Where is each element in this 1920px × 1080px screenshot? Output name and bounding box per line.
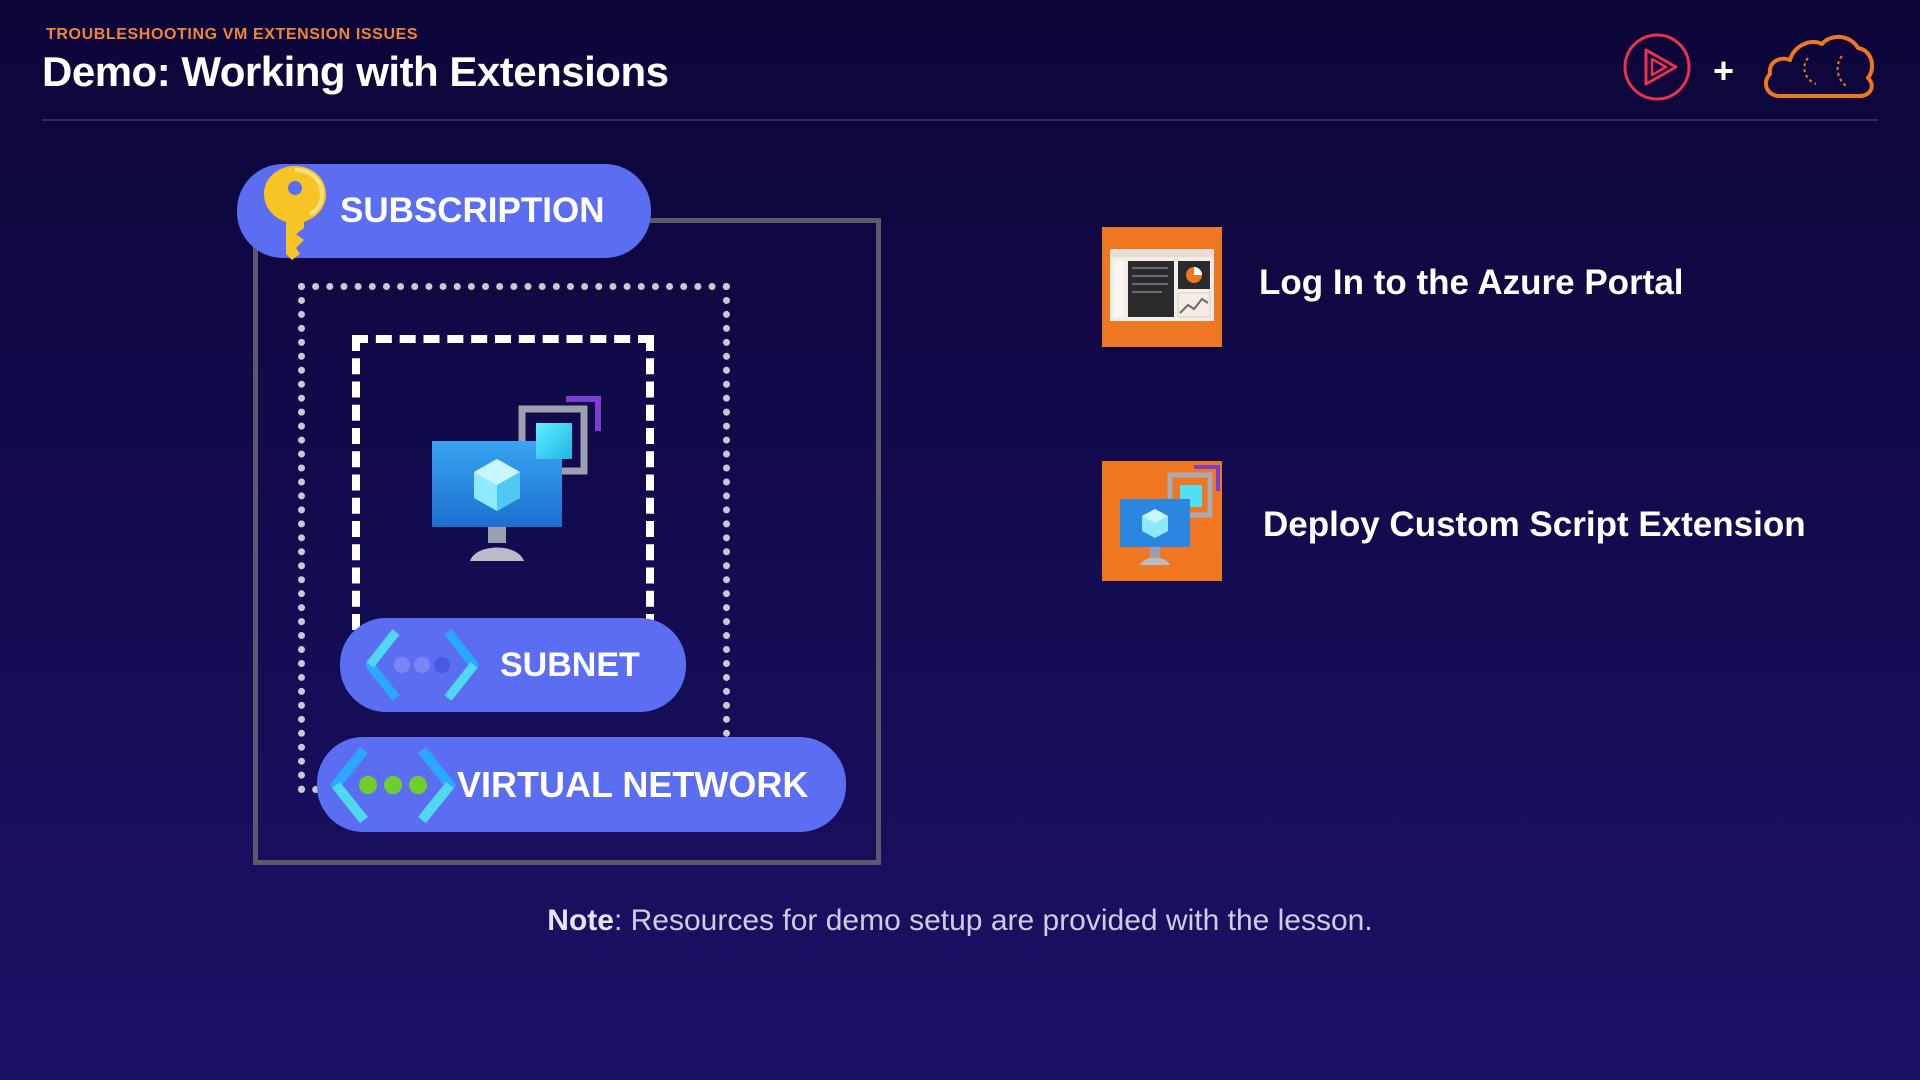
step-2-label: Deploy Custom Script Extension: [1263, 505, 1806, 544]
portal-screenshot-icon: [1110, 249, 1214, 321]
step-1-thumbnail: [1102, 227, 1222, 347]
key-icon: [264, 166, 326, 260]
step-1-label: Log In to the Azure Portal: [1259, 263, 1684, 302]
cloud-guru-logo-icon: [1763, 35, 1875, 98]
subnet-icon: [366, 629, 478, 701]
subscription-label: SUBSCRIPTION: [340, 191, 605, 230]
note-prefix: Note: [547, 904, 614, 937]
plus-sign: +: [1713, 50, 1735, 91]
virtual-network-icon: [330, 746, 456, 824]
vm-extension-icon: [1120, 465, 1220, 565]
pluralsight-logo-icon: [1623, 33, 1691, 101]
note-text: : Resources for demo setup are provided …: [613, 904, 1373, 937]
header-divider: [42, 119, 1878, 121]
section-eyebrow: TROUBLESHOOTING VM EXTENSION ISSUES: [46, 26, 419, 43]
footer-note: Note: Resources for demo setup are provi…: [0, 904, 1920, 938]
virtual-machine-extension-icon: [432, 396, 601, 561]
subnet-label: SUBNET: [500, 645, 640, 684]
page-title: Demo: Working with Extensions: [42, 48, 669, 95]
virtual-network-label: VIRTUAL NETWORK: [457, 763, 809, 805]
step-2-thumbnail: [1102, 461, 1222, 581]
